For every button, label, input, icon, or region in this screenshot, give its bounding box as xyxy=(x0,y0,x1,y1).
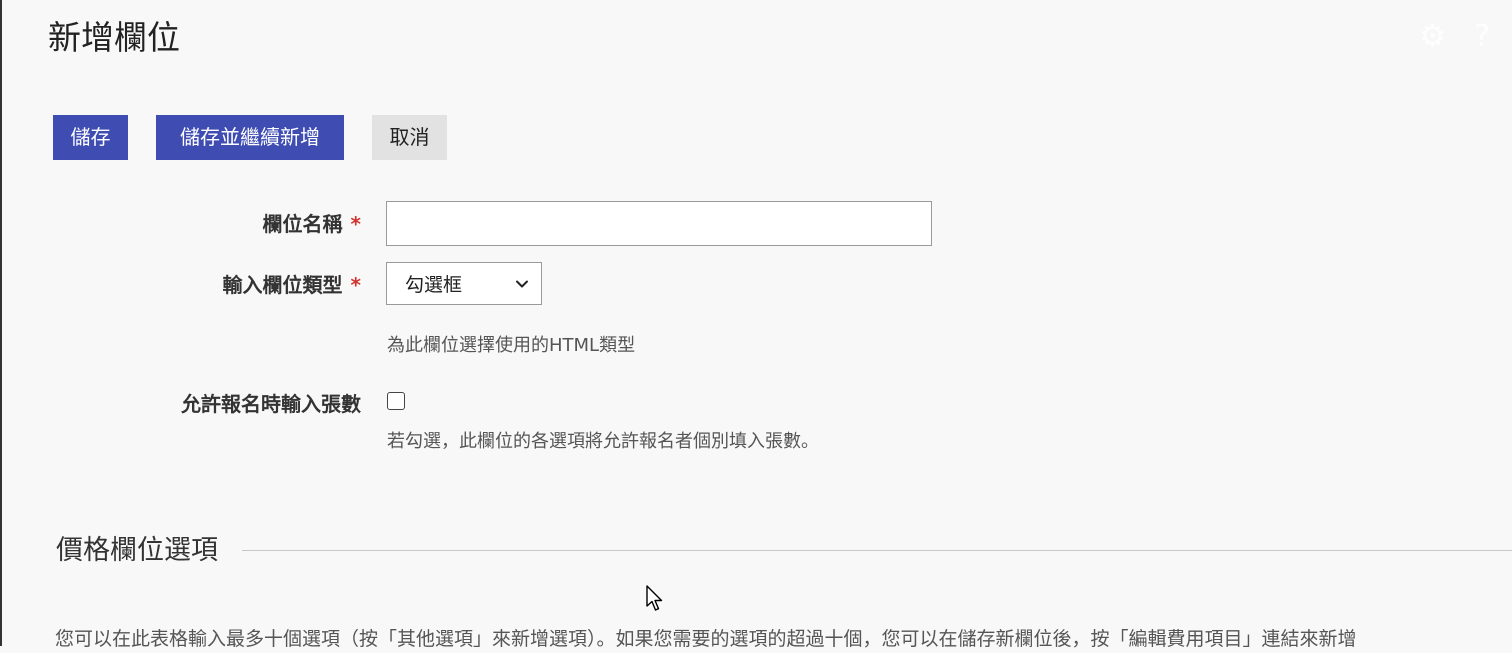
input-type-selected-value: 勾選框 xyxy=(405,274,463,296)
allow-quantity-label: 允許報名時輸入張數 xyxy=(181,388,361,417)
input-type-help-text: 為此欄位選擇使用的HTML類型 xyxy=(387,335,636,356)
save-and-continue-button[interactable]: 儲存並繼續新增 xyxy=(156,115,344,160)
field-name-label-text: 欄位名稱 xyxy=(262,212,343,236)
allow-quantity-label-text: 允許報名時輸入張數 xyxy=(181,392,361,416)
price-section-intro: 您可以在此表格輸入最多十個選項（按「其他選項」來新增選項）。如果您需要的選項的超… xyxy=(55,628,1357,650)
required-mark: * xyxy=(350,212,361,236)
save-button[interactable]: 儲存 xyxy=(53,115,128,160)
cancel-button[interactable]: 取消 xyxy=(372,115,447,160)
page-title: 新增欄位 xyxy=(48,18,180,57)
header-icons: ⚙ ? xyxy=(1419,20,1490,54)
mouse-cursor-icon xyxy=(646,585,663,611)
chevron-down-icon xyxy=(516,280,528,287)
field-name-input[interactable] xyxy=(386,201,932,246)
input-type-label-text: 輸入欄位類型 xyxy=(222,273,343,297)
required-mark: * xyxy=(350,273,361,297)
help-icon[interactable]: ? xyxy=(1474,20,1490,54)
price-section-title: 價格欄位選項 xyxy=(56,535,218,566)
section-divider xyxy=(242,550,1512,551)
allow-quantity-checkbox[interactable] xyxy=(387,392,405,410)
field-name-label: 欄位名稱 * xyxy=(263,208,361,237)
gear-icon[interactable]: ⚙ xyxy=(1419,20,1446,54)
allow-quantity-help-text: 若勾選，此欄位的各選項將允許報名者個別填入張數。 xyxy=(387,431,819,452)
input-type-label: 輸入欄位類型 * xyxy=(223,269,361,298)
window-left-edge xyxy=(0,0,2,646)
input-type-select[interactable]: 勾選框 xyxy=(386,262,542,305)
